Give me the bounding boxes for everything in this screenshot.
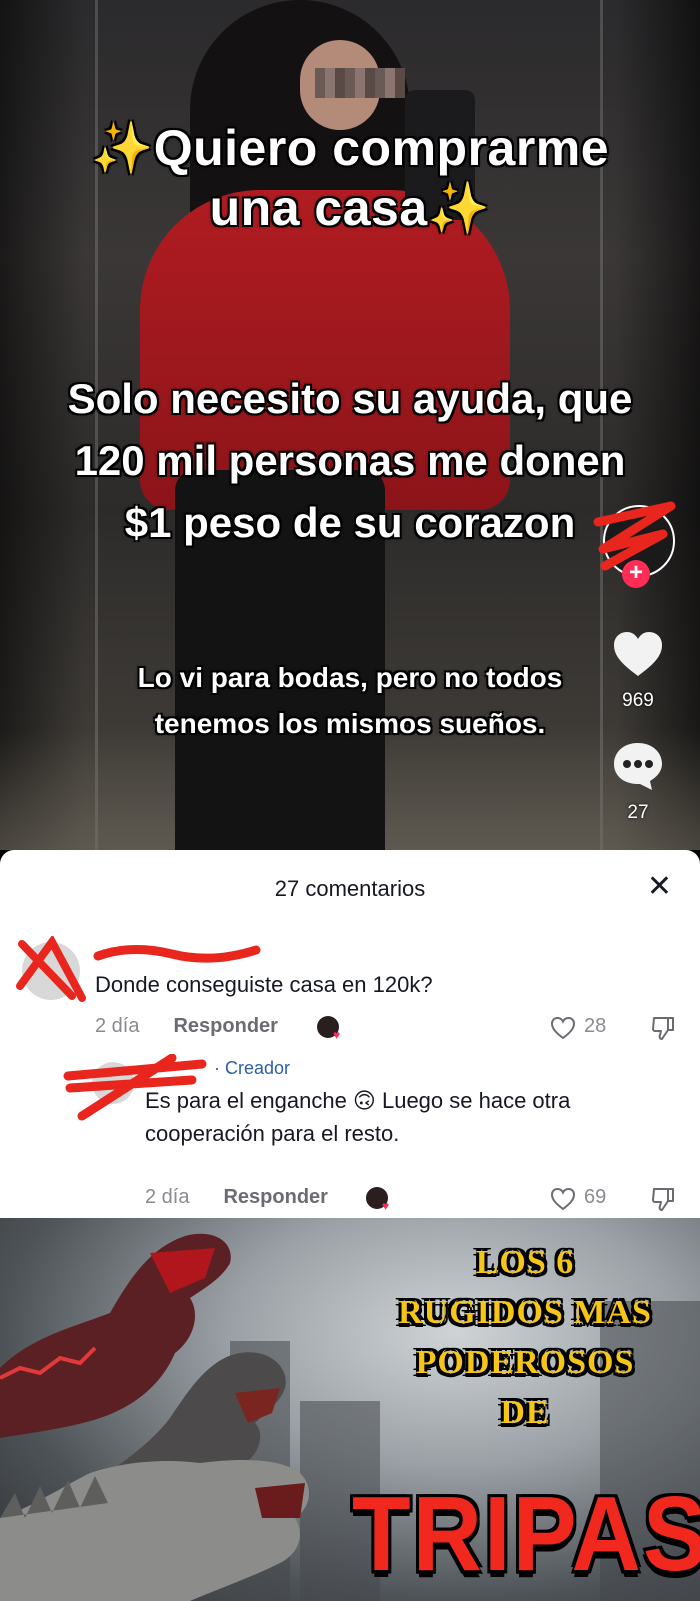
comment-icon[interactable] — [612, 740, 664, 792]
like-heart-icon[interactable] — [550, 1016, 576, 1040]
comment-like-count: 69 — [584, 1186, 607, 1208]
comment-count: 27 — [627, 802, 649, 823]
follow-button[interactable]: + — [622, 560, 650, 588]
red-scribble — [93, 944, 261, 963]
red-scribble — [16, 936, 86, 1002]
comment-time: 2 día — [145, 1186, 190, 1208]
banner-title: LOS 6 RUGIDOS MAS PODEROSOS DE — [365, 1238, 685, 1438]
comment-text: Es para el enganche 🙃 Luego se hace otra… — [145, 1084, 570, 1150]
banner-title-line: PODEROSOS — [415, 1344, 635, 1381]
comment-like-count: 28 — [584, 1015, 607, 1037]
comments-sheet: 27 comentarios ✕ Donde conseguiste casa … — [0, 850, 700, 1218]
caption-line: Solo necesito su ayuda, que — [67, 375, 633, 422]
like-count: 969 — [622, 690, 654, 711]
banner-title-line: LOS 6 — [475, 1244, 575, 1281]
creator-heart-icon: ♥ — [382, 1199, 390, 1213]
face-censor — [315, 68, 405, 98]
creator-heart-icon: ♥ — [333, 1028, 341, 1042]
heart-icon[interactable] — [612, 630, 664, 678]
comment-text: Donde conseguiste casa en 120k? — [95, 972, 433, 997]
promo-banner: LOS 6 RUGIDOS MAS PODEROSOS DE TRIPAS — [0, 1218, 700, 1601]
banner-title-line: DE — [500, 1394, 550, 1431]
banner-headline: TRIPAS — [352, 1475, 700, 1594]
comment-time: 2 día — [95, 1015, 140, 1037]
caption-line: Lo vi para bodas, pero no todos — [137, 662, 563, 693]
caption-line: tenemos los mismos sueños. — [154, 708, 546, 739]
video-caption-title: ✨Quiero comprarme una casa✨ — [0, 118, 700, 238]
caption-line: ✨Quiero comprarme — [90, 120, 610, 176]
dislike-icon[interactable] — [651, 1186, 675, 1212]
like-heart-icon[interactable] — [550, 1187, 576, 1211]
comment-text-line: Es para el enganche 🙃 Luego se hace otra — [145, 1088, 571, 1113]
reply-button[interactable]: Responder — [223, 1186, 327, 1208]
creator-tag: · Creador — [214, 1058, 291, 1078]
banner-title-line: RUGIDOS MAS — [398, 1294, 652, 1331]
caption-line: una casa✨ — [209, 180, 491, 236]
video-player[interactable]: ✨Quiero comprarme una casa✨ Solo necesit… — [0, 0, 700, 850]
video-caption-bottom: Lo vi para bodas, pero no todos tenemos … — [0, 655, 700, 747]
comment-meta: 2 día Responder — [95, 1015, 278, 1038]
comments-title: 27 comentarios — [274, 876, 426, 901]
godzilla-monsters — [0, 1233, 310, 1601]
comment-meta: 2 día Responder — [145, 1186, 328, 1209]
comment-text-line: cooperación para el resto. — [145, 1121, 400, 1146]
dislike-icon[interactable] — [651, 1015, 675, 1041]
caption-line: 120 mil personas me donen — [74, 437, 626, 484]
reply-button[interactable]: Responder — [173, 1015, 277, 1037]
close-icon[interactable]: ✕ — [647, 872, 672, 902]
